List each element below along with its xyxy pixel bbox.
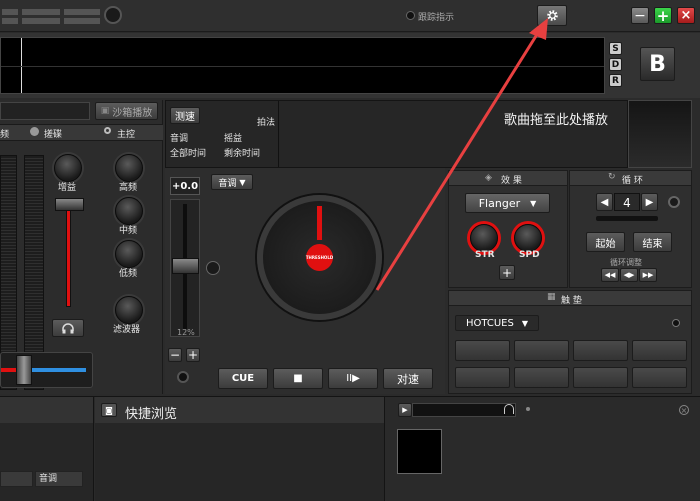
arrow-line	[375, 27, 543, 291]
arrowhead-icon	[529, 18, 548, 40]
annotation-arrow	[375, 18, 548, 291]
